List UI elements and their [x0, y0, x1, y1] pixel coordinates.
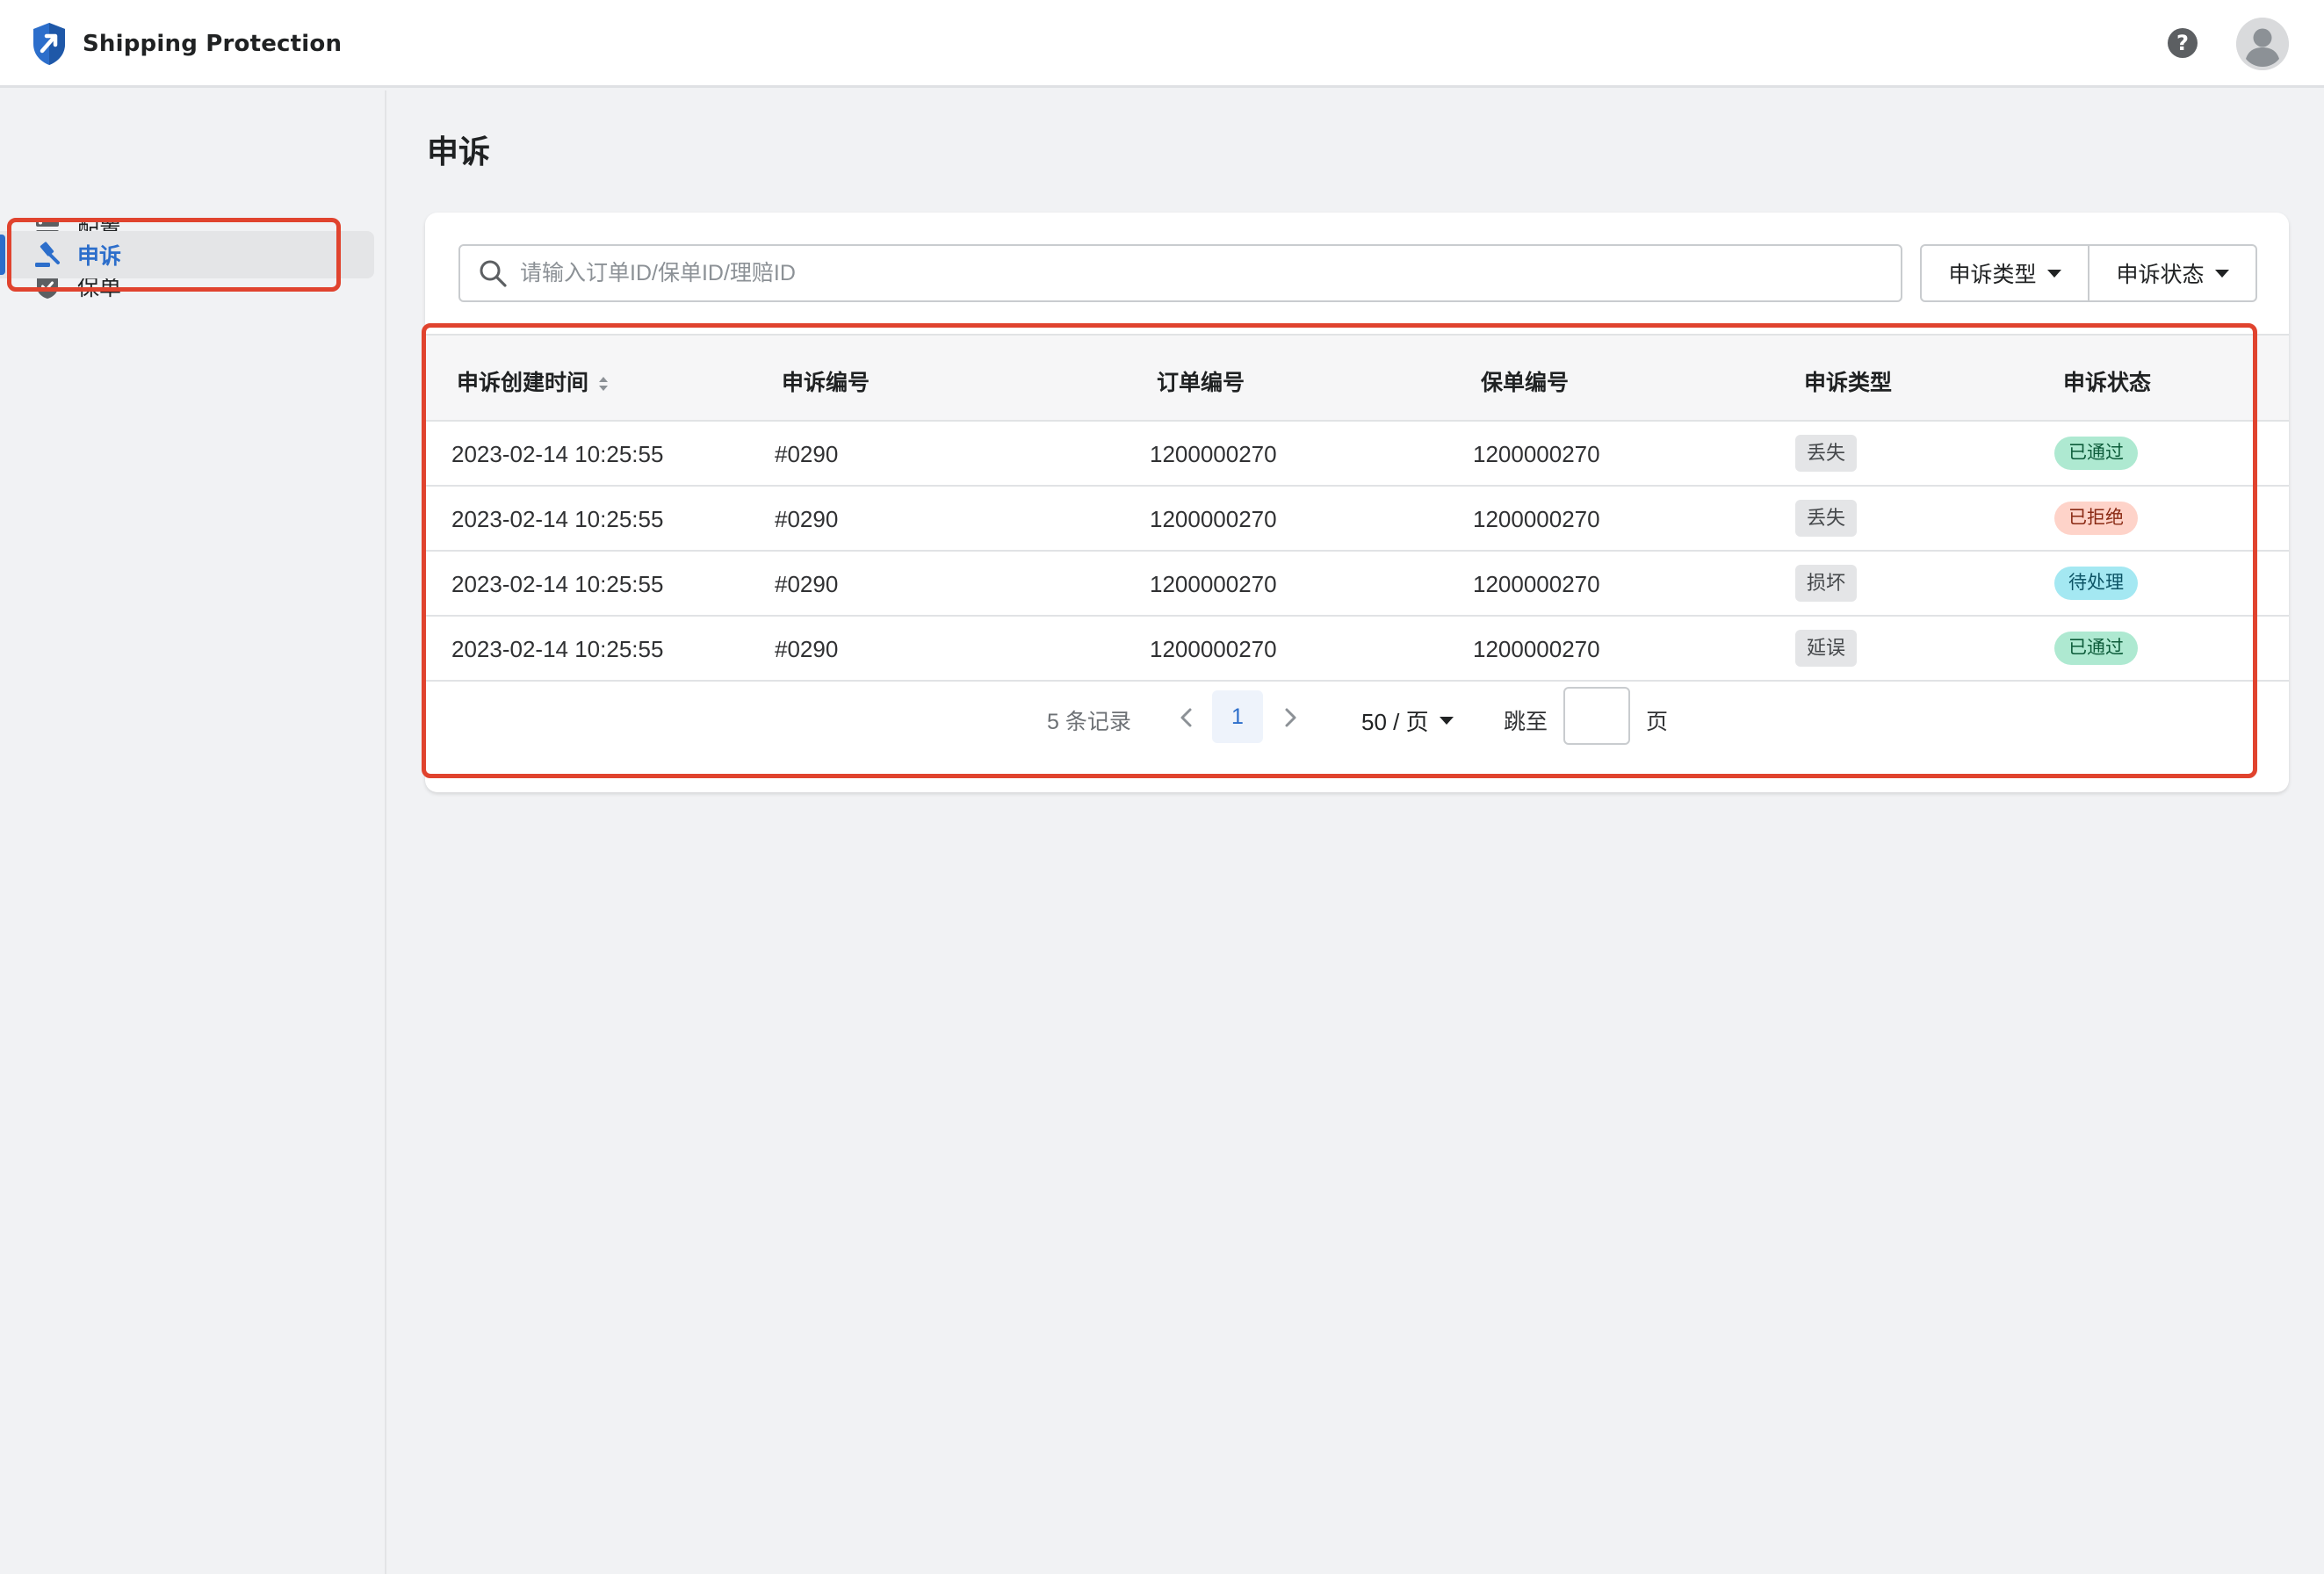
search-input[interactable] [520, 260, 1837, 286]
caret-down-icon [2214, 269, 2229, 278]
appeal-status-filter-button[interactable]: 申诉状态 [2088, 246, 2255, 300]
sidebar: 配置 保单 申诉 [0, 90, 386, 1574]
highlight-annotation-table [422, 323, 2257, 778]
filter-label: 申诉类型 [1948, 263, 2037, 287]
app-name: Shipping Protection [83, 31, 343, 57]
highlight-annotation-sidebar [7, 218, 341, 292]
top-bar: Shipping Protection ? [0, 0, 2324, 88]
user-avatar-icon [2236, 18, 2289, 70]
help-icon[interactable]: ? [2168, 28, 2198, 58]
filter-group: 申诉类型 申诉状态 [1920, 244, 2257, 302]
search-box[interactable] [458, 244, 1902, 302]
search-icon [480, 260, 507, 287]
page-title: 申诉 [427, 134, 491, 170]
shipping-protection-logo-icon [33, 23, 65, 65]
appeal-type-filter-button[interactable]: 申诉类型 [1922, 246, 2088, 300]
avatar[interactable] [2236, 18, 2289, 70]
brand[interactable]: Shipping Protection [30, 19, 342, 69]
caret-down-icon [2046, 269, 2061, 278]
filter-label: 申诉状态 [2116, 263, 2205, 287]
